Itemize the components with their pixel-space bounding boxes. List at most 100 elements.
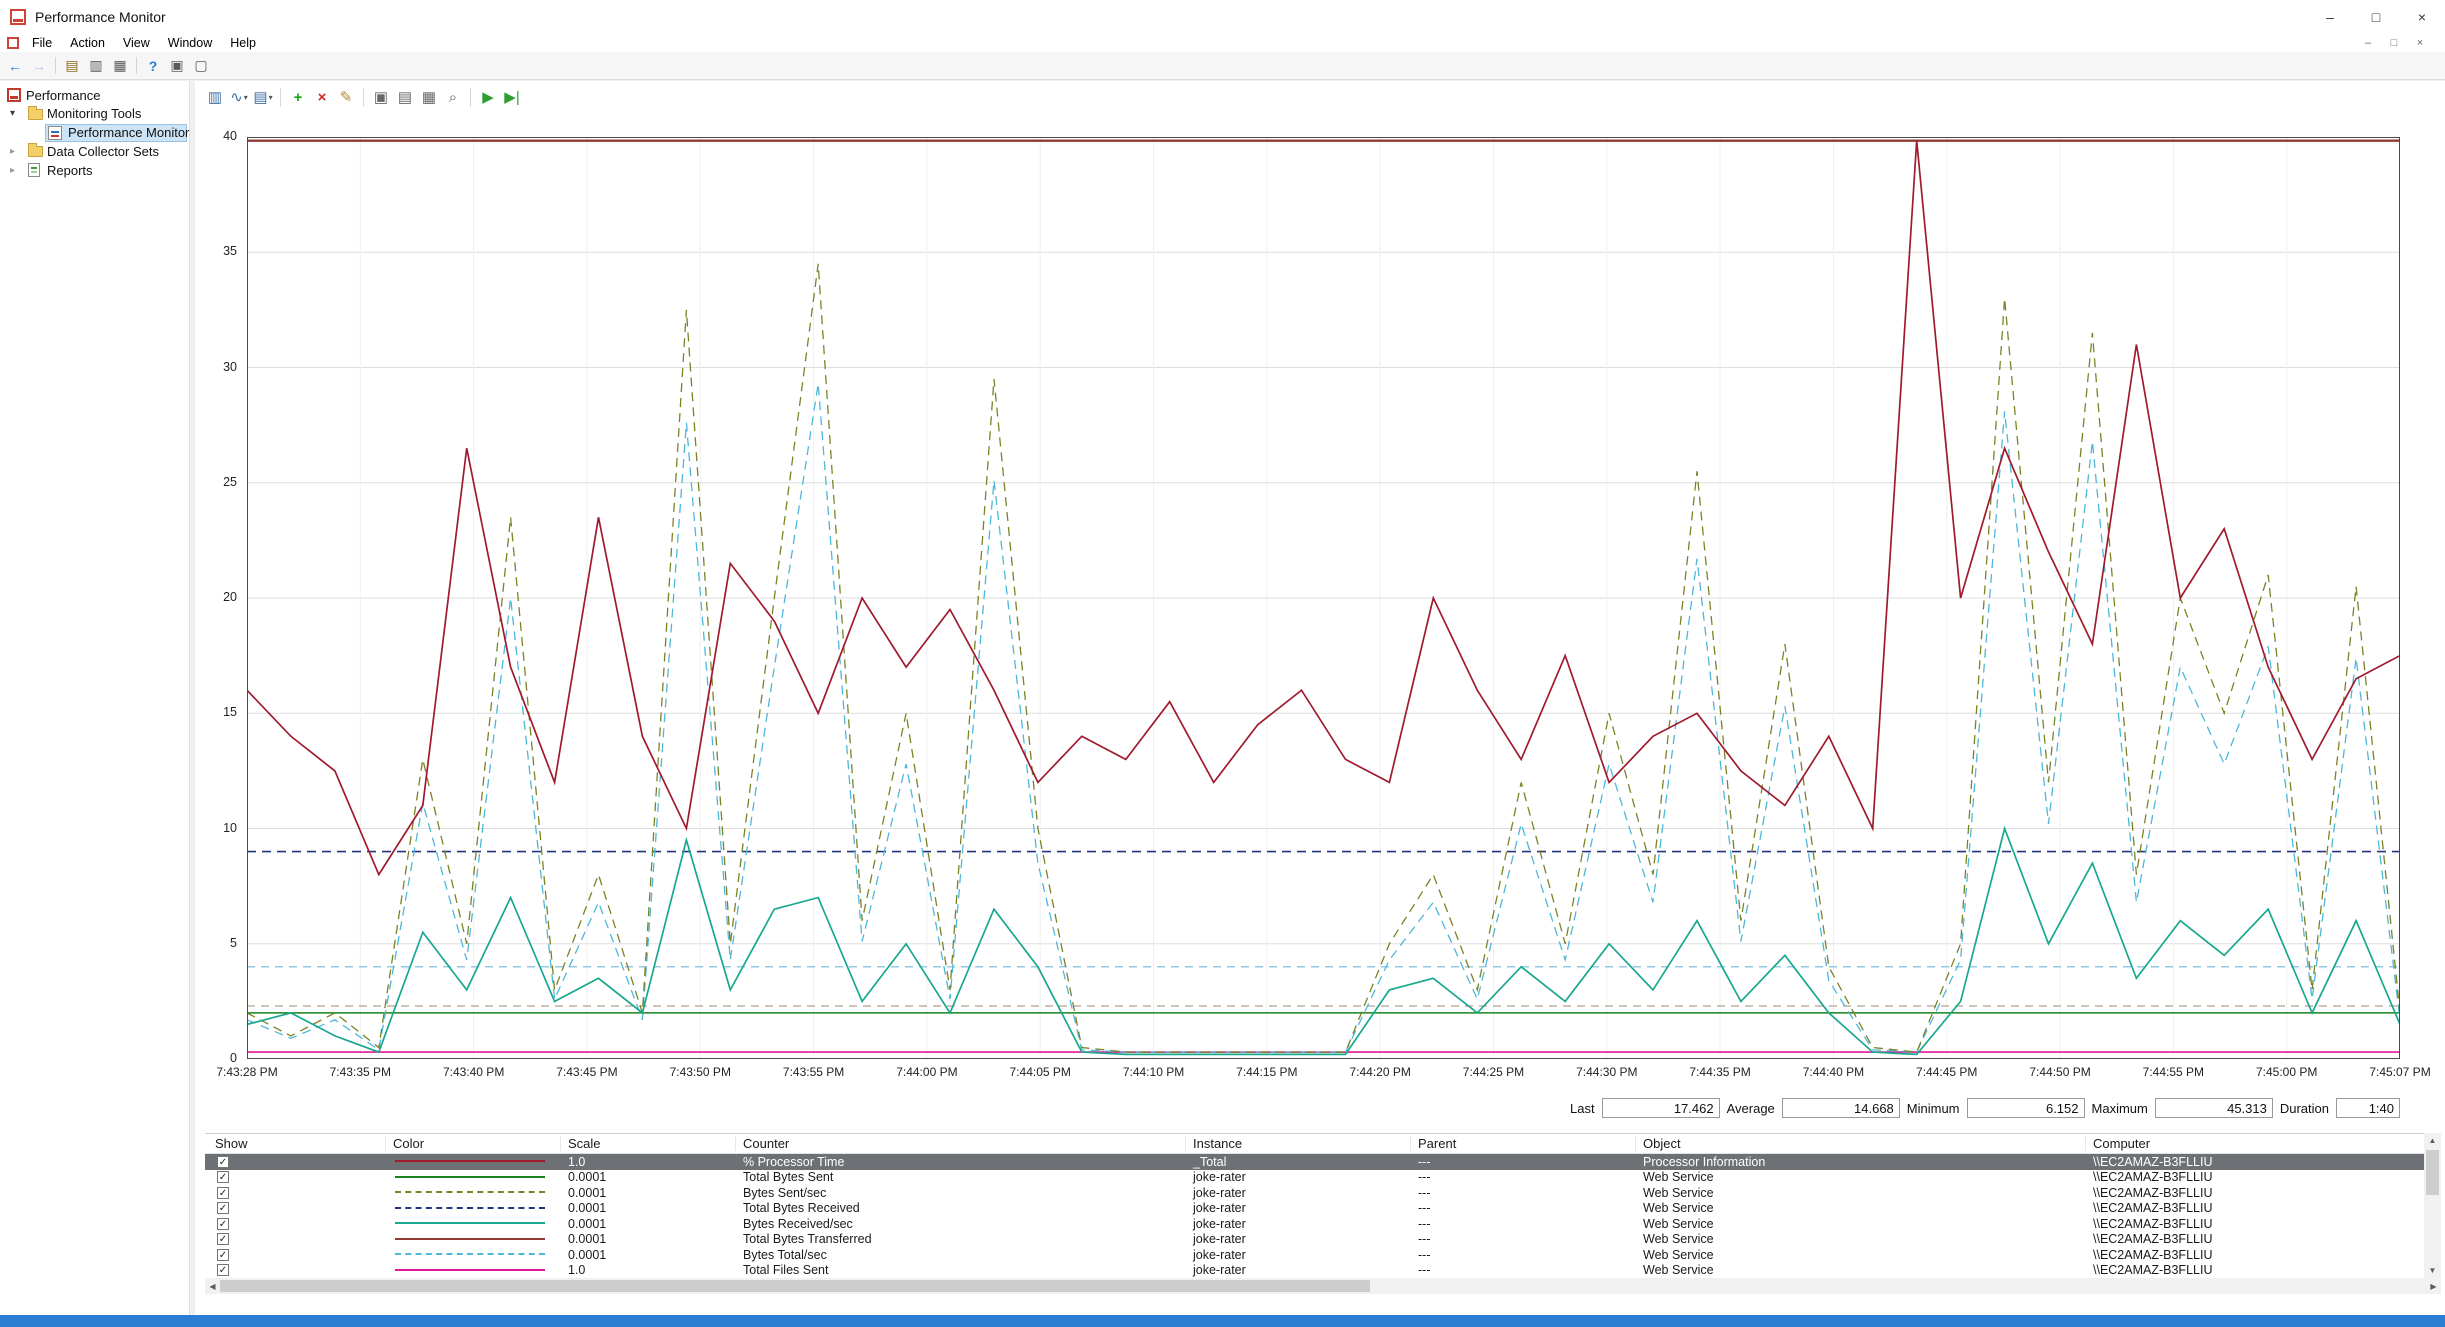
legend-cell-scale: 0.0001: [568, 1170, 606, 1184]
legend-row-total-bytes-transferred[interactable]: ✓0.0001Total Bytes Transferredjoke-rater…: [205, 1232, 2424, 1248]
x-tick-label: 7:44:00 PM: [896, 1065, 957, 1079]
child-restore-button[interactable]: □: [2381, 37, 2407, 49]
x-tick-label: 7:45:00 PM: [2256, 1065, 2317, 1079]
legend-row-processor-time[interactable]: ✓1.0% Processor Time_Total---Processor I…: [205, 1154, 2424, 1170]
show-action-pane-glyph: ▣: [170, 57, 183, 74]
legend-cell-counter: Total Bytes Transferred: [743, 1232, 872, 1246]
show-action-pane-icon[interactable]: ▣: [165, 54, 189, 78]
help-glyph: ?: [149, 58, 158, 74]
legend-column-show: Show: [215, 1136, 248, 1151]
show-checkbox[interactable]: ✓: [217, 1233, 229, 1245]
legend-row-bytes-received-sec[interactable]: ✓0.0001Bytes Received/secjoke-rater---We…: [205, 1216, 2424, 1232]
show-console-tree-glyph: ▤: [65, 57, 78, 74]
show-checkbox[interactable]: ✓: [217, 1171, 229, 1183]
show-checkbox[interactable]: ✓: [217, 1218, 229, 1230]
toolbar-separator: [363, 88, 364, 107]
child-minimize-button[interactable]: –: [2355, 37, 2381, 49]
close-button[interactable]: ×: [2399, 0, 2445, 34]
legend-hscroll-thumb[interactable]: [220, 1280, 1370, 1292]
help-icon[interactable]: ?: [141, 54, 165, 78]
x-tick-label: 7:43:45 PM: [556, 1065, 617, 1079]
show-checkbox[interactable]: ✓: [217, 1264, 229, 1276]
taskbar[interactable]: [0, 1315, 2445, 1327]
properties-icon[interactable]: ▦: [108, 54, 132, 78]
counter-properties-icon[interactable]: ▦: [417, 84, 441, 110]
legend-row-bytes-sent-sec[interactable]: ✓0.0001Bytes Sent/secjoke-rater---Web Se…: [205, 1185, 2424, 1201]
paste-counter-list-icon[interactable]: ▤: [393, 84, 417, 110]
menu-file[interactable]: File: [23, 36, 61, 50]
show-console-tree-icon[interactable]: ▤: [60, 54, 84, 78]
legend-scroll-up-button[interactable]: ▲: [2424, 1133, 2441, 1148]
show-checkbox[interactable]: ✓: [217, 1156, 229, 1168]
menu-view[interactable]: View: [114, 36, 159, 50]
legend-cell-parent: ---: [1418, 1232, 1431, 1246]
legend-cell-instance: joke-rater: [1193, 1170, 1246, 1184]
toolbar-separator: [470, 88, 471, 107]
menu-action[interactable]: Action: [61, 36, 114, 50]
view-log-data-icon[interactable]: ▤▾: [251, 84, 275, 110]
forward-icon[interactable]: →: [27, 54, 51, 78]
back-icon[interactable]: ←: [3, 54, 27, 78]
tree-item-performance-monitor[interactable]: Performance Monitor: [0, 124, 187, 142]
export-list-icon[interactable]: ▥: [84, 54, 108, 78]
counter-color-swatch: [395, 1176, 545, 1178]
x-tick-label: 7:44:25 PM: [1463, 1065, 1524, 1079]
legend-vscroll-thumb[interactable]: [2426, 1150, 2439, 1195]
dropdown-arrow-icon[interactable]: ▾: [269, 93, 273, 102]
zoom-icon[interactable]: ⌕: [441, 84, 465, 110]
legend-row-bytes-total-sec[interactable]: ✓0.0001Bytes Total/secjoke-rater---Web S…: [205, 1247, 2424, 1263]
chart-canvas[interactable]: [247, 137, 2400, 1059]
minimize-button[interactable]: –: [2307, 0, 2353, 34]
show-checkbox[interactable]: ✓: [217, 1249, 229, 1261]
folder-icon: [28, 146, 43, 157]
legend-column-color: Color: [393, 1136, 424, 1151]
legend-scroll-left-button[interactable]: ◀: [205, 1278, 220, 1294]
legend-scroll-down-button[interactable]: ▼: [2424, 1263, 2441, 1278]
collapse-chevron-icon[interactable]: ▾: [10, 105, 22, 123]
dropdown-arrow-icon[interactable]: ▾: [244, 93, 248, 102]
menu-window[interactable]: Window: [159, 36, 221, 50]
tree-item-monitoring-tools[interactable]: ▾Monitoring Tools: [0, 105, 187, 123]
menu-help[interactable]: Help: [221, 36, 265, 50]
counter-color-swatch: [395, 1269, 545, 1271]
show-checkbox[interactable]: ✓: [217, 1187, 229, 1199]
highlight-icon[interactable]: ✎: [334, 84, 358, 110]
y-tick-label: 40: [223, 129, 237, 143]
legend-cell-computer: \\EC2AMAZ-B3FLLIU: [2093, 1263, 2212, 1277]
tree-item-reports[interactable]: ▸Reports: [0, 161, 187, 179]
x-tick-label: 7:44:30 PM: [1576, 1065, 1637, 1079]
stat-label-maximum: Maximum: [2092, 1101, 2148, 1116]
window-controls: – □ ×: [2307, 0, 2445, 34]
legend-row-total-bytes-sent[interactable]: ✓0.0001Total Bytes Sentjoke-rater---Web …: [205, 1170, 2424, 1186]
legend-row-total-files-sent[interactable]: ✓1.0Total Files Sentjoke-rater---Web Ser…: [205, 1263, 2424, 1279]
new-window-glyph: ▢: [194, 57, 207, 74]
legend-row-total-bytes-received[interactable]: ✓0.0001Total Bytes Receivedjoke-rater---…: [205, 1201, 2424, 1217]
add-counter-icon[interactable]: +: [286, 84, 310, 110]
view-current-activity-glyph: ▥: [208, 88, 222, 106]
child-close-button[interactable]: ×: [2407, 37, 2433, 49]
update-data-icon[interactable]: ▶|: [500, 84, 524, 110]
maximize-button[interactable]: □: [2353, 0, 2399, 34]
freeze-display-glyph: ▶: [482, 88, 494, 106]
change-graph-type-icon[interactable]: ∿▾: [227, 84, 251, 110]
legend-cell-counter: Bytes Received/sec: [743, 1217, 853, 1231]
legend-cell-object: Web Service: [1643, 1263, 1714, 1277]
freeze-display-icon[interactable]: ▶: [476, 84, 500, 110]
legend-scroll-right-button[interactable]: ▶: [2426, 1278, 2441, 1294]
legend-column-divider: [560, 1136, 561, 1151]
legend-cell-parent: ---: [1418, 1263, 1431, 1277]
expand-chevron-icon[interactable]: ▸: [10, 142, 22, 160]
expand-chevron-icon[interactable]: ▸: [10, 161, 22, 179]
legend-cell-scale: 0.0001: [568, 1248, 606, 1262]
legend-cell-parent: ---: [1418, 1155, 1431, 1169]
delete-counter-icon[interactable]: ×: [310, 84, 334, 110]
new-window-icon[interactable]: ▢: [189, 54, 213, 78]
tree-item-data-collector-sets[interactable]: ▸Data Collector Sets: [0, 142, 187, 160]
tree-item-performance[interactable]: Performance: [0, 86, 187, 104]
performance-chart[interactable]: [247, 137, 2400, 1059]
view-current-activity-icon[interactable]: ▥: [203, 84, 227, 110]
show-checkbox[interactable]: ✓: [217, 1202, 229, 1214]
copy-properties-icon[interactable]: ▣: [369, 84, 393, 110]
toolbar-separator: [136, 57, 137, 74]
counter-color-swatch: [395, 1222, 545, 1224]
